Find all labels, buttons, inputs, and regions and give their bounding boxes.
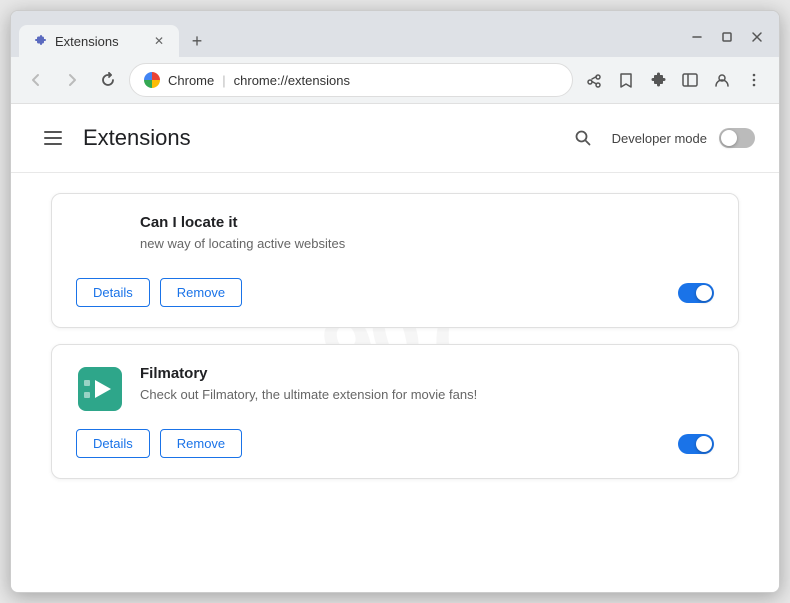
extension-card-2-top: Filmatory Check out Filmatory, the ultim… — [76, 365, 714, 413]
address-brand: Chrome — [168, 73, 214, 88]
title-bar: Extensions ✕ + — [11, 11, 779, 57]
address-divider: | — [222, 73, 225, 88]
extensions-list: 907 🦅 Can I locate it new way of locatin… — [11, 173, 779, 499]
page-title: Extensions — [83, 125, 191, 151]
extension-2-toggle[interactable] — [678, 434, 714, 454]
window-controls — [683, 23, 771, 57]
profile-button[interactable] — [707, 65, 737, 95]
reload-button[interactable] — [93, 65, 123, 95]
extension-card-1: 🦅 Can I locate it new way of locating ac… — [51, 193, 739, 328]
bookmark-button[interactable] — [611, 65, 641, 95]
extension-2-toggle-container — [678, 434, 714, 454]
extension-2-info: Filmatory Check out Filmatory, the ultim… — [140, 365, 714, 404]
toggle-knob — [721, 130, 737, 146]
extension-card-2: Filmatory Check out Filmatory, the ultim… — [51, 344, 739, 479]
extension-card-1-top: 🦅 Can I locate it new way of locating ac… — [76, 214, 714, 262]
extensions-button[interactable] — [643, 65, 673, 95]
page-content: Extensions Developer mode 907 — [11, 104, 779, 592]
tab-close-button[interactable]: ✕ — [151, 33, 167, 49]
chrome-logo-icon — [144, 72, 160, 88]
menu-button[interactable] — [739, 65, 769, 95]
extensions-header: Extensions Developer mode — [11, 104, 779, 173]
extension-1-toggle-container — [678, 283, 714, 303]
browser-window: Extensions ✕ + Chrome — [10, 10, 780, 593]
extension-2-controls: Details Remove — [76, 429, 714, 458]
extension-2-remove-button[interactable]: Remove — [160, 429, 242, 458]
extension-1-toggle-knob — [696, 285, 712, 301]
hamburger-menu-button[interactable] — [35, 120, 71, 156]
sidebar-button[interactable] — [675, 65, 705, 95]
tab-icon — [31, 33, 47, 49]
extension-1-logo: 🦅 — [76, 214, 124, 262]
toolbar-icons — [579, 65, 769, 95]
extension-1-desc: new way of locating active websites — [140, 235, 714, 253]
address-bar[interactable]: Chrome | chrome://extensions — [129, 63, 573, 97]
svg-text:🦅: 🦅 — [80, 218, 122, 260]
minimize-button[interactable] — [683, 23, 711, 51]
forward-button[interactable] — [57, 65, 87, 95]
extension-1-remove-button[interactable]: Remove — [160, 278, 242, 307]
address-url: chrome://extensions — [234, 73, 350, 88]
extension-2-details-button[interactable]: Details — [76, 429, 150, 458]
close-button[interactable] — [743, 23, 771, 51]
back-button[interactable] — [21, 65, 51, 95]
tab-label: Extensions — [55, 34, 119, 49]
active-tab[interactable]: Extensions ✕ — [19, 25, 179, 57]
extension-1-toggle[interactable] — [678, 283, 714, 303]
extension-1-name: Can I locate it — [140, 214, 714, 231]
extension-2-desc: Check out Filmatory, the ultimate extens… — [140, 386, 714, 404]
maximize-button[interactable] — [713, 23, 741, 51]
share-button[interactable] — [579, 65, 609, 95]
extension-1-details-button[interactable]: Details — [76, 278, 150, 307]
extension-1-controls: Details Remove — [76, 278, 714, 307]
hamburger-icon — [44, 131, 62, 145]
search-button[interactable] — [566, 121, 600, 155]
extension-1-info: Can I locate it new way of locating acti… — [140, 214, 714, 253]
extension-2-toggle-knob — [696, 436, 712, 452]
extension-2-name: Filmatory — [140, 365, 714, 382]
browser-toolbar: Chrome | chrome://extensions — [11, 57, 779, 104]
developer-mode-toggle[interactable] — [719, 128, 755, 148]
extension-2-logo — [76, 365, 124, 413]
developer-mode-label: Developer mode — [612, 131, 707, 146]
header-right-controls: Developer mode — [566, 121, 755, 155]
new-tab-button[interactable]: + — [183, 27, 211, 55]
